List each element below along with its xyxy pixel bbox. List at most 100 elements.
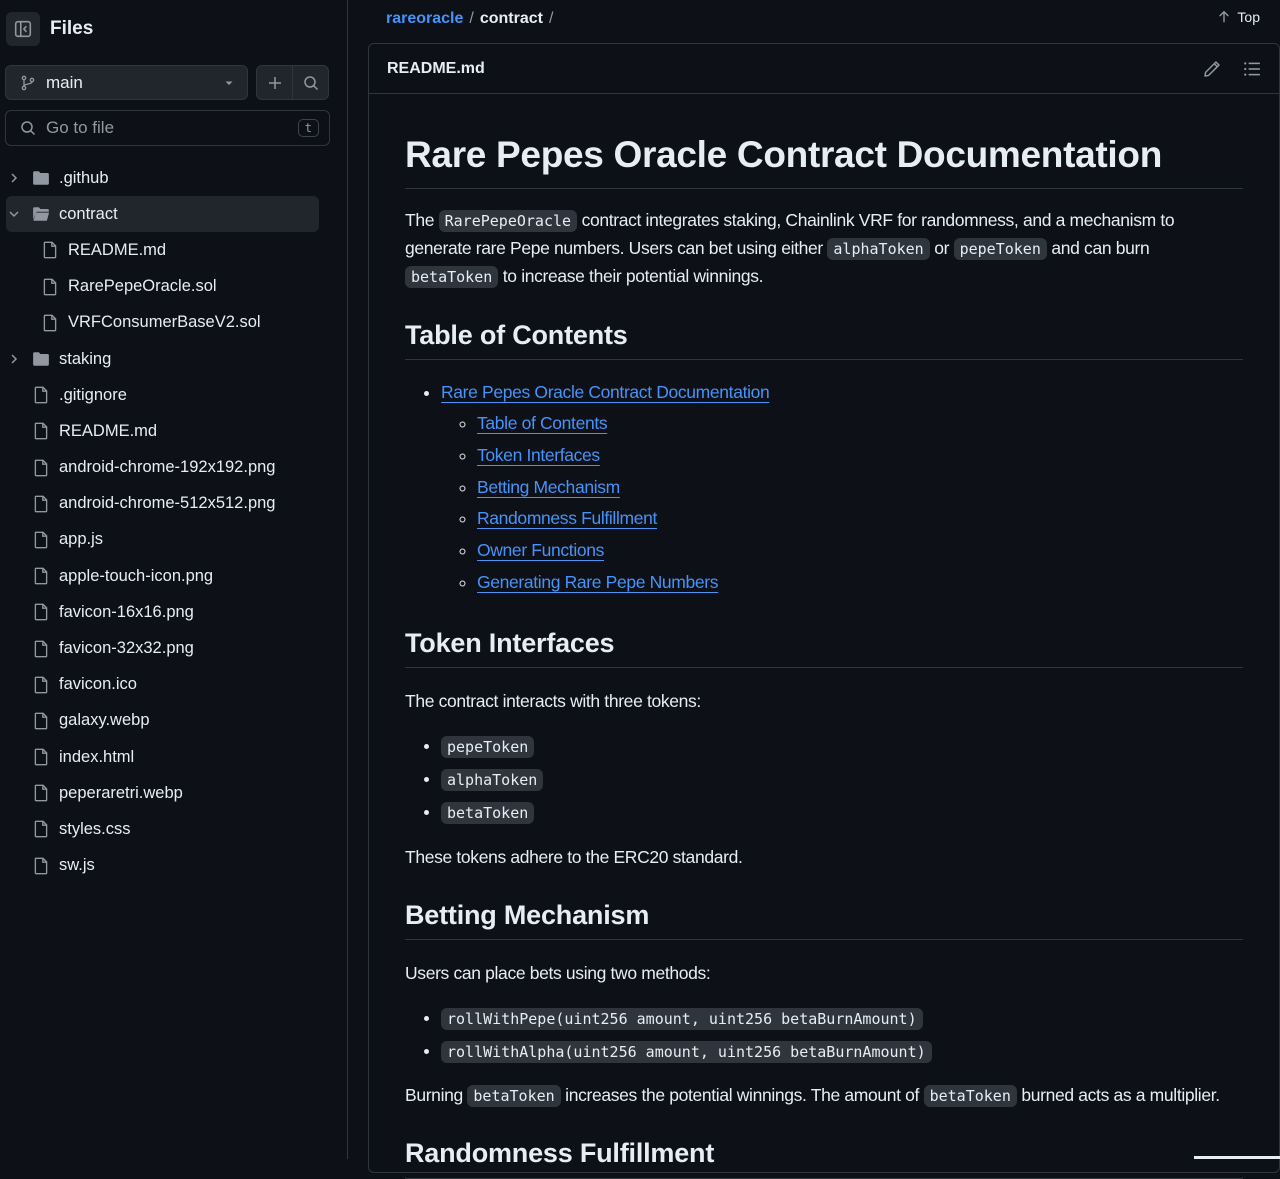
tree-file[interactable]: favicon-16x16.png (0, 594, 348, 630)
inline-code: rollWithAlpha(uint256 amount, uint256 be… (441, 1040, 932, 1063)
file-icon (34, 567, 48, 585)
toc-link[interactable]: Owner Functions (477, 540, 604, 560)
tree-file[interactable]: favicon-32x32.png (0, 630, 348, 666)
tree-item-label: .gitignore (59, 385, 127, 404)
chevron-down-icon[interactable] (8, 208, 20, 220)
list-item: alphaToken (441, 764, 1243, 797)
file-icon (34, 604, 48, 621)
tree-file[interactable]: VRFConsumerBaseV2.sol (0, 305, 348, 341)
branch-selector[interactable]: main (5, 65, 248, 100)
go-to-file-input[interactable]: Go to file t (5, 110, 330, 146)
intro-paragraph: The RarePepeOracle contract integrates s… (405, 207, 1243, 291)
method-list: rollWithPepe(uint256 amount, uint256 bet… (405, 1003, 1243, 1069)
inline-code: alphaToken (827, 237, 930, 260)
folder-icon (33, 352, 49, 366)
branch-name: main (46, 72, 83, 92)
toc-item: Table of Contents (477, 408, 1243, 440)
chevron-right-icon[interactable] (8, 172, 20, 184)
collapse-sidebar-button[interactable] (6, 12, 40, 46)
file-icon (34, 784, 48, 802)
inline-code: pepeToken (953, 237, 1047, 260)
randomness-heading: Randomness Fulfillment (405, 1137, 1243, 1179)
tree-item-label: sw.js (59, 856, 95, 875)
toc-link[interactable]: Randomness Fulfillment (477, 508, 657, 528)
keyboard-shortcut-hint: t (297, 119, 319, 137)
doc-title: Rare Pepes Oracle Contract Documentation (405, 134, 1243, 189)
file-icon (34, 857, 48, 874)
tree-file[interactable]: android-chrome-192x192.png (0, 450, 348, 486)
go-to-file-placeholder: Go to file (46, 118, 115, 137)
toc-item: Token Interfaces (477, 440, 1243, 472)
toc-link[interactable]: Token Interfaces (477, 445, 600, 465)
file-header: README.md (369, 44, 1279, 94)
tree-folder[interactable]: contract (0, 196, 348, 233)
text: Burning (405, 1085, 468, 1106)
add-file-button[interactable] (257, 66, 292, 99)
tree-file[interactable]: apple-touch-icon.png (0, 558, 348, 594)
tree-file[interactable]: sw.js (0, 848, 348, 884)
text: burned acts as a multiplier. (1016, 1085, 1220, 1106)
inline-code: betaToken (467, 1085, 561, 1108)
file-icon (34, 531, 48, 549)
markdown-body: Rare Pepes Oracle Contract Documentation… (405, 134, 1243, 1179)
tree-file[interactable]: peperaretri.webp (0, 775, 348, 811)
chevron-right-icon[interactable] (8, 353, 20, 365)
tree-item-label: styles.css (59, 819, 131, 838)
inline-code: alphaToken (441, 768, 544, 791)
toc-link[interactable]: Rare Pepes Oracle Contract Documentation (441, 382, 770, 402)
file-icon (34, 748, 48, 766)
tree-item-label: peperaretri.webp (59, 783, 183, 802)
betting-intro: Users can place bets using two methods: (405, 962, 711, 983)
text: to increase their potential winnings. (498, 265, 764, 286)
tree-file[interactable]: .gitignore (0, 377, 348, 413)
tokens-note: These tokens adhere to the ERC20 standar… (405, 846, 743, 867)
file-viewer: README.md Rare Pepes Oracle Contract Doc… (368, 43, 1280, 1179)
sidebar-title: Files (50, 18, 94, 39)
file-icon (34, 459, 48, 476)
tree-item-label: android-chrome-192x192.png (59, 458, 276, 477)
tree-item-label: apple-touch-icon.png (59, 566, 214, 585)
plus-icon (268, 76, 281, 89)
tree-folder[interactable]: staking (0, 341, 348, 377)
git-branch-icon (21, 75, 35, 90)
inline-code: betaToken (405, 265, 499, 288)
list-item: betaToken (441, 797, 1243, 830)
tree-file[interactable]: galaxy.webp (0, 703, 348, 739)
tree-file[interactable]: README.md (0, 232, 348, 268)
file-icon (34, 495, 48, 513)
toc-link[interactable]: Generating Rare Pepe Numbers (477, 572, 719, 592)
tree-file[interactable]: RarePepeOracle.sol (0, 269, 348, 305)
caret-down-icon (225, 81, 233, 85)
breadcrumb-separator: / (548, 10, 554, 27)
tree-item-label: favicon.ico (59, 675, 137, 694)
search-files-button[interactable] (292, 66, 328, 99)
tree-file[interactable]: README.md (0, 413, 348, 449)
tree-item-label: favicon-16x16.png (59, 602, 194, 621)
tree-file[interactable]: favicon.ico (0, 667, 348, 703)
text: and can burn (1046, 237, 1150, 258)
tree-file[interactable]: index.html (0, 739, 348, 775)
tree-file[interactable]: app.js (0, 522, 348, 558)
file-icon (43, 242, 57, 259)
tree-file[interactable]: styles.css (0, 811, 348, 847)
breadcrumb-current-folder: contract (479, 10, 543, 27)
breadcrumb-repo-link[interactable]: rareoracle (386, 10, 463, 28)
folder-open-icon (33, 207, 50, 222)
toc-item: Betting Mechanism (477, 472, 1243, 504)
tree-file[interactable]: android-chrome-512x512.png (0, 486, 348, 522)
tree-item-label: staking (59, 349, 112, 368)
tree-item-label: app.js (59, 530, 104, 549)
token-interfaces-heading: Token Interfaces (405, 627, 1243, 669)
file-actions (1203, 60, 1261, 78)
edit-pencil-icon[interactable] (1203, 60, 1221, 78)
scroll-top-button[interactable]: Top (1217, 9, 1260, 25)
tree-folder[interactable]: .github (0, 160, 348, 196)
file-icon (34, 821, 48, 838)
toc-link[interactable]: Betting Mechanism (477, 477, 620, 497)
toc-link[interactable]: Table of Contents (477, 413, 608, 433)
text: or (929, 237, 954, 258)
outline-list-icon[interactable] (1243, 60, 1261, 78)
tree-actions (256, 65, 329, 100)
inline-code: pepeToken (441, 736, 535, 759)
file-icon (34, 712, 48, 730)
